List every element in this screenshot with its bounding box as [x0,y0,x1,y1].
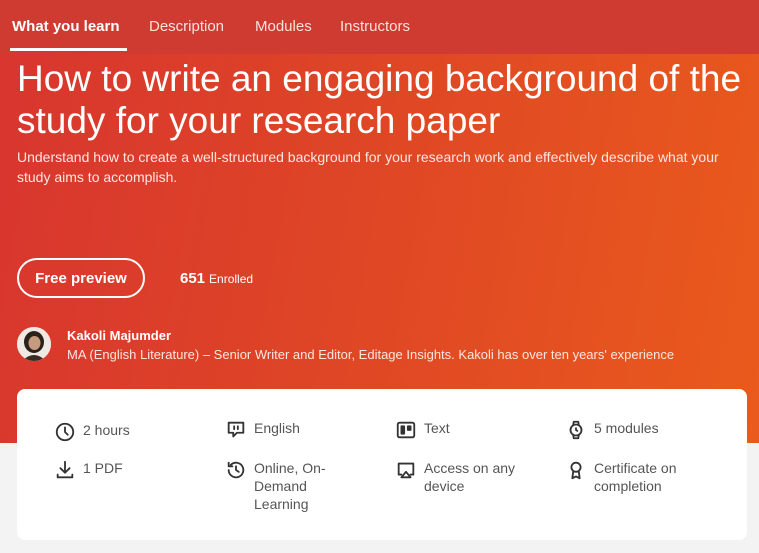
watch-icon [569,420,583,440]
tab-modules[interactable]: Modules [255,18,312,35]
tab-what-you-learn[interactable]: What you learn [12,18,120,35]
enrolled-number: 651 [180,270,206,287]
feature-label: Certificate on completion [594,460,677,494]
feature-format: Text [395,419,534,441]
feature-resources: 1 PDF [54,459,193,481]
certificate-icon [570,461,582,480]
enrolled-count: 651 Enrolled [180,270,253,288]
clock-icon [55,422,75,442]
tab-instructors[interactable]: Instructors [340,18,410,35]
active-tab-indicator [10,48,127,51]
feature-label: English [254,420,300,436]
course-features-card: 2 hours English Text 5 modules 1 PDF Onl… [17,389,747,540]
feature-language: English [225,419,364,441]
feature-learning-mode: Online, On-Demand Learning [225,459,364,513]
language-icon [227,421,245,438]
free-preview-button[interactable]: Free preview [17,258,145,298]
instructor-avatar[interactable] [17,327,51,361]
course-title: How to write an engaging background of t… [17,58,742,141]
feature-label: 1 PDF [83,460,123,476]
tab-description[interactable]: Description [149,18,224,35]
course-tab-bar: What you learn Description Modules Instr… [0,0,759,54]
instructor-bio: MA (English Literature) – Senior Writer … [67,347,675,362]
feature-certificate: Certificate on completion [565,459,704,495]
feature-label: Access on any device [424,460,516,494]
device-icon [397,462,415,479]
course-subtitle: Understand how to create a well-structur… [17,149,719,185]
instructor-name[interactable]: Kakoli Majumder [67,328,171,343]
feature-modules: 5 modules [565,419,704,441]
feature-label: Text [424,420,450,436]
feature-label: Online, On-Demand Learning [254,460,326,512]
feature-access: Access on any device [395,459,534,495]
download-icon [56,460,74,479]
feature-label: 5 modules [594,420,659,436]
feature-label: 2 hours [83,422,130,438]
text-format-icon [396,421,416,439]
history-icon [227,461,245,479]
feature-duration: 2 hours [54,421,193,443]
enrolled-label: Enrolled [209,272,254,286]
